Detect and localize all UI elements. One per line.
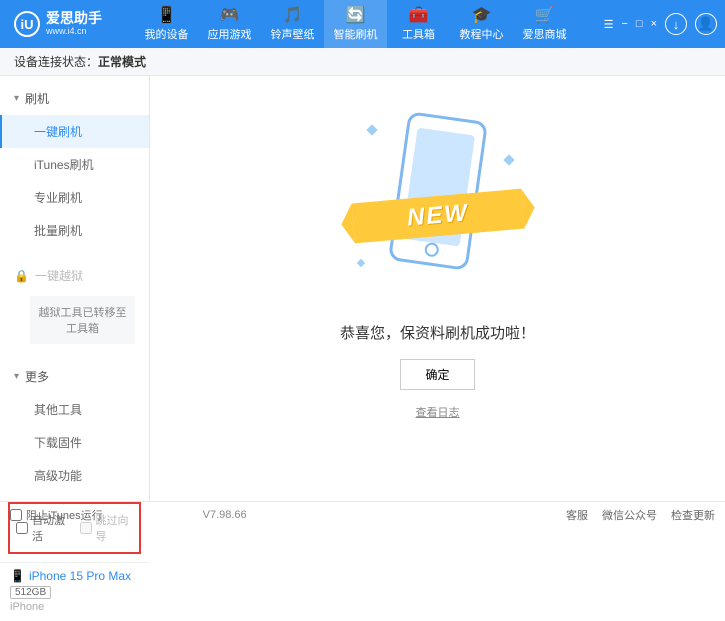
phone-illustration-icon	[387, 111, 487, 271]
ringtone-icon: 🎵	[284, 6, 302, 24]
sidebar-item-download-firmware[interactable]: 下载固件	[0, 426, 149, 459]
nav-tutorials[interactable]: 🎓教程中心	[450, 0, 513, 48]
jailbreak-moved-note: 越狱工具已转移至工具箱	[30, 296, 135, 344]
store-icon: 🛒	[536, 6, 554, 24]
footer-link-support[interactable]: 客服	[566, 507, 588, 523]
logo: iU 爱思助手 www.i4.cn	[0, 11, 135, 37]
device-icon: 📱	[158, 6, 176, 24]
lock-icon: 🔒	[14, 269, 29, 283]
download-button[interactable]: ↓	[665, 13, 687, 35]
maximize-button[interactable]: □	[636, 18, 643, 30]
tutorial-icon: 🎓	[473, 6, 491, 24]
app-url: www.i4.cn	[46, 27, 102, 37]
nav-ringtones[interactable]: 🎵铃声壁纸	[261, 0, 324, 48]
chevron-down-icon: ▾	[14, 93, 19, 104]
sidebar-item-pro-flash[interactable]: 专业刷机	[0, 181, 149, 214]
status-label: 设备连接状态：	[14, 53, 98, 70]
main-content: NEW 恭喜您，保资料刷机成功啦！ 确定 查看日志	[150, 76, 725, 501]
footer-link-wechat[interactable]: 微信公众号	[602, 507, 657, 523]
nav-apps-games[interactable]: 🎮应用游戏	[198, 0, 261, 48]
sidebar-item-advanced[interactable]: 高级功能	[0, 459, 149, 492]
flash-icon: 🔄	[347, 6, 365, 24]
device-storage: 512GB	[10, 586, 51, 599]
minimize-button[interactable]: −	[621, 18, 627, 30]
phone-icon: 📱	[10, 569, 25, 583]
sidebar-item-batch-flash[interactable]: 批量刷机	[0, 214, 149, 247]
sidebar-item-other-tools[interactable]: 其他工具	[0, 393, 149, 426]
toolbox-icon: 🧰	[410, 6, 428, 24]
apps-icon: 🎮	[221, 6, 239, 24]
logo-icon: iU	[14, 11, 40, 37]
sidebar: ▾刷机 一键刷机 iTunes刷机 专业刷机 批量刷机 🔒一键越狱 越狱工具已转…	[0, 76, 150, 501]
top-nav: 📱我的设备 🎮应用游戏 🎵铃声壁纸 🔄智能刷机 🧰工具箱 🎓教程中心 🛒爱思商城	[135, 0, 576, 48]
device-name[interactable]: 📱iPhone 15 Pro Max	[10, 569, 139, 583]
footer-link-update[interactable]: 检查更新	[671, 507, 715, 523]
success-illustration: NEW	[358, 106, 518, 306]
view-log-link[interactable]: 查看日志	[416, 404, 460, 420]
result-message: 恭喜您，保资料刷机成功啦！	[340, 322, 535, 343]
header-right: ☰ − □ × ↓ 👤	[604, 13, 725, 35]
sidebar-head-flash[interactable]: ▾刷机	[0, 82, 149, 115]
version-label: V7.98.66	[203, 509, 247, 521]
new-ribbon: NEW	[351, 189, 524, 244]
device-type: iPhone	[10, 601, 139, 613]
app-title: 爱思助手	[46, 11, 102, 26]
settings-button[interactable]: ☰	[604, 18, 614, 31]
sidebar-item-one-key-flash[interactable]: 一键刷机	[0, 115, 149, 148]
close-button[interactable]: ×	[651, 18, 657, 30]
sidebar-head-jailbreak: 🔒一键越狱	[0, 259, 149, 292]
device-info: 📱iPhone 15 Pro Max 512GB iPhone	[0, 562, 149, 621]
sidebar-head-more[interactable]: ▾更多	[0, 360, 149, 393]
status-value: 正常模式	[98, 53, 146, 70]
sidebar-item-itunes-flash[interactable]: iTunes刷机	[0, 148, 149, 181]
nav-toolbox[interactable]: 🧰工具箱	[387, 0, 450, 48]
user-button[interactable]: 👤	[695, 13, 717, 35]
nav-my-device[interactable]: 📱我的设备	[135, 0, 198, 48]
status-bar: 设备连接状态： 正常模式	[0, 48, 725, 76]
nav-smart-flash[interactable]: 🔄智能刷机	[324, 0, 387, 48]
app-header: iU 爱思助手 www.i4.cn 📱我的设备 🎮应用游戏 🎵铃声壁纸 🔄智能刷…	[0, 0, 725, 48]
chevron-down-icon: ▾	[14, 371, 19, 382]
ok-button[interactable]: 确定	[400, 359, 474, 390]
nav-store[interactable]: 🛒爱思商城	[513, 0, 576, 48]
block-itunes-checkbox[interactable]: 阻止iTunes运行	[10, 507, 103, 523]
